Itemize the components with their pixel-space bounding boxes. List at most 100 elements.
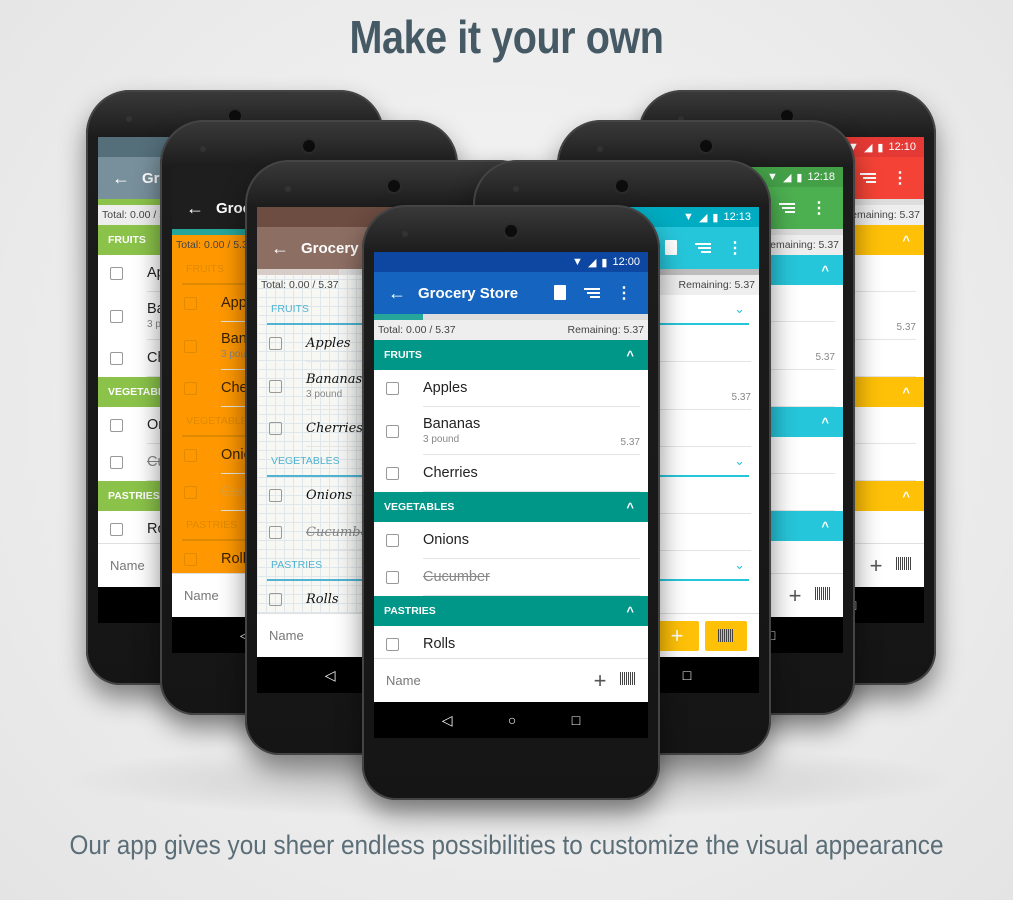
barcode-scan-button[interactable] [705,620,747,651]
item-checkbox[interactable] [269,526,282,539]
sort-button[interactable] [576,284,608,302]
item-checkbox[interactable] [110,419,123,432]
item-name: Apples [423,380,468,396]
total-amount: Total: 0.00 / 5.37 [176,239,254,251]
item-checkbox[interactable] [386,534,399,547]
list-title: Grocery Store [418,284,519,302]
item-checkbox[interactable] [386,467,399,480]
sort-button[interactable] [771,199,803,217]
add-button[interactable]: + [580,668,620,694]
add-button[interactable]: + [856,553,896,579]
status-bar: ▼ ◢ ▮ 12:00 [374,252,648,272]
chevron-up-icon[interactable]: ^ [821,519,829,534]
chevron-up-icon[interactable]: ^ [821,415,829,430]
status-time: 12:18 [807,171,835,183]
item-checkbox[interactable] [184,449,197,462]
nav-recents-icon[interactable]: □ [572,712,580,728]
item-checkbox[interactable] [184,486,197,499]
section-name: FRUITS [108,234,146,246]
back-arrow-icon[interactable]: ← [271,238,301,259]
section-header-pastries[interactable]: PASTRIES ^ [374,596,648,626]
headline: Make it your own [349,11,664,63]
list-item[interactable]: Onions [374,522,648,559]
list-item[interactable]: Cherries [374,455,648,492]
nav-back-icon[interactable]: ◁ [325,667,336,684]
section-name: PASTRIES [271,559,323,571]
list-item[interactable]: Rolls [374,626,648,658]
shopping-list: FRUITS ^ Apples Bananas 3 pound 5.37 Cherries V… [374,340,648,658]
add-button[interactable]: + [775,583,815,609]
nav-recents-icon[interactable]: □ [683,667,691,683]
item-checkbox[interactable] [386,638,399,651]
item-checkbox[interactable] [110,309,123,323]
item-checkbox[interactable] [110,523,123,536]
barcode-scan-button[interactable] [896,556,912,575]
add-button[interactable]: + [655,620,699,651]
wifi-icon: ▼ [572,256,583,268]
chevron-up-icon[interactable]: ^ [902,385,910,400]
list-item[interactable]: Cucumber [374,559,648,596]
list-item[interactable]: Apples [374,370,648,407]
more-options-icon[interactable]: ⋮ [719,238,751,258]
signal-icon: ◢ [587,256,597,269]
more-options-icon[interactable]: ⋮ [884,168,916,188]
more-options-icon[interactable]: ⋮ [608,283,640,303]
item-checkbox[interactable] [269,379,282,393]
item-checkbox[interactable] [386,571,399,584]
add-item-button[interactable] [544,284,576,302]
list-item[interactable]: Bananas 3 pound 5.37 [374,407,648,455]
back-arrow-icon[interactable]: ← [388,283,418,304]
barcode-scan-button[interactable] [620,671,636,690]
sort-icon [860,171,876,185]
barcode-icon [815,586,831,600]
section-header-vegetables[interactable]: VEGETABLES ^ [374,492,648,522]
item-price: 5.37 [815,352,835,363]
item-checkbox[interactable] [110,267,123,280]
chevron-up-icon[interactable]: ^ [626,604,634,619]
back-arrow-icon[interactable]: ← [112,168,142,189]
item-checkbox[interactable] [184,297,197,310]
back-arrow-icon[interactable]: ← [186,198,216,219]
item-checkbox[interactable] [110,456,123,469]
more-options-icon[interactable]: ⋮ [803,198,835,218]
sensor [200,146,206,152]
item-checkbox[interactable] [269,422,282,435]
item-checkbox[interactable] [184,339,197,353]
chevron-down-icon[interactable]: ⌄ [734,557,745,573]
barcode-icon [896,556,912,570]
chevron-up-icon[interactable]: ^ [626,500,634,515]
section-header-fruits[interactable]: FRUITS ^ [374,340,648,370]
item-checkbox[interactable] [110,352,123,365]
item-checkbox[interactable] [269,337,282,350]
wifi-icon: ▼ [683,211,694,223]
sensor [285,186,291,192]
chevron-up-icon[interactable]: ^ [902,233,910,248]
sort-button[interactable] [852,169,884,187]
status-time: 12:13 [723,211,751,223]
battery-icon: ▮ [796,171,803,184]
progress-bar [374,314,648,320]
item-name-input[interactable]: Name [386,673,580,688]
chevron-up-icon[interactable]: ^ [626,348,634,363]
battery-icon: ▮ [601,256,608,269]
chevron-up-icon[interactable]: ^ [821,263,829,278]
item-checkbox[interactable] [269,593,282,606]
sort-icon [584,286,600,300]
barcode-scan-button[interactable] [815,586,831,605]
toolbar: ←Grocery Store ⋮ [374,272,648,314]
sort-icon [779,201,795,215]
item-checkbox[interactable] [184,553,197,566]
item-name: Onions [423,532,469,548]
chevron-down-icon[interactable]: ⌄ [734,453,745,469]
nav-home-icon[interactable]: ○ [508,712,516,728]
sort-button[interactable] [687,239,719,257]
item-checkbox[interactable] [184,382,197,395]
chevron-down-icon[interactable]: ⌄ [734,301,745,317]
item-checkbox[interactable] [386,382,399,395]
battery-icon: ▮ [712,211,719,224]
add-document-icon [554,285,566,301]
chevron-up-icon[interactable]: ^ [902,489,910,504]
item-checkbox[interactable] [386,424,399,438]
item-checkbox[interactable] [269,489,282,502]
nav-back-icon[interactable]: ◁ [442,712,453,729]
